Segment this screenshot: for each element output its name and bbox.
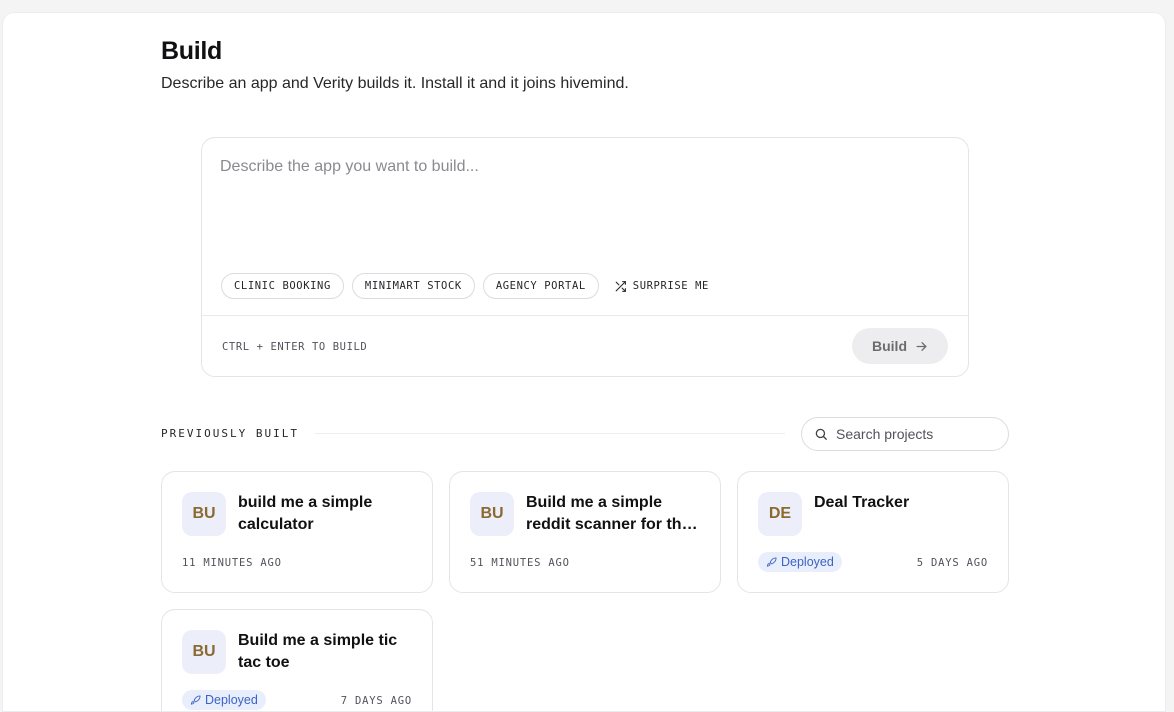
build-button-label: Build bbox=[872, 338, 907, 354]
search-projects-input[interactable] bbox=[836, 426, 986, 442]
badge-label: Deployed bbox=[205, 693, 258, 707]
project-card[interactable]: DE Deal Tracker Deployed 5 DAYS AGO bbox=[737, 471, 1009, 593]
deployed-badge: Deployed bbox=[182, 690, 266, 710]
surprise-me-label: SURPRISE ME bbox=[632, 280, 709, 292]
project-title: Build me a simple reddit scanner for th… bbox=[526, 494, 698, 533]
previously-built-heading: PREVIOUSLY BUILT bbox=[161, 427, 299, 440]
shuffle-icon bbox=[615, 280, 626, 292]
project-search[interactable] bbox=[801, 417, 1009, 451]
project-title: Deal Tracker bbox=[814, 494, 910, 511]
arrow-right-icon bbox=[916, 341, 927, 351]
chip-agency-portal[interactable]: AGENCY PORTAL bbox=[482, 273, 599, 299]
page-title: Build bbox=[161, 37, 222, 65]
search-icon bbox=[815, 428, 827, 440]
project-title: Build me a simple tic tac toe bbox=[238, 632, 398, 671]
app-prompt-composer: CLINIC BOOKING MINIMART STOCK AGENCY POR… bbox=[201, 137, 969, 377]
shortcut-hint: CTRL + ENTER TO BUILD bbox=[222, 341, 368, 353]
surprise-me-button[interactable]: SURPRISE ME bbox=[606, 273, 716, 299]
composer-footer: CTRL + ENTER TO BUILD Build bbox=[202, 315, 968, 377]
project-time: 7 DAYS AGO bbox=[340, 695, 412, 707]
rocket-icon bbox=[766, 556, 777, 567]
project-avatar: BU bbox=[182, 492, 226, 536]
chip-minimart-stock[interactable]: MINIMART STOCK bbox=[351, 273, 475, 299]
project-avatar: BU bbox=[470, 492, 514, 536]
project-card[interactable]: BU Build me a simple reddit scanner for … bbox=[449, 471, 721, 593]
build-panel: Build Describe an app and Verity builds … bbox=[2, 12, 1166, 712]
project-card[interactable]: BU build me a simple calculator 11 MINUT… bbox=[161, 471, 433, 593]
page-subtitle: Describe an app and Verity builds it. In… bbox=[161, 75, 629, 92]
project-avatar: BU bbox=[182, 630, 226, 674]
section-divider bbox=[315, 433, 785, 434]
project-card[interactable]: BU Build me a simple tic tac toe Deploye… bbox=[161, 609, 433, 711]
project-time: 11 MINUTES AGO bbox=[182, 557, 282, 569]
suggestion-chips: CLINIC BOOKING MINIMART STOCK AGENCY POR… bbox=[221, 273, 716, 299]
project-avatar: DE bbox=[758, 492, 802, 536]
build-button[interactable]: Build bbox=[852, 328, 948, 364]
project-time: 51 MINUTES AGO bbox=[470, 557, 570, 569]
badge-label: Deployed bbox=[781, 555, 834, 569]
rocket-icon bbox=[190, 694, 201, 705]
chip-clinic-booking[interactable]: CLINIC BOOKING bbox=[221, 273, 344, 299]
project-title: build me a simple calculator bbox=[238, 494, 373, 533]
deployed-badge: Deployed bbox=[758, 552, 842, 572]
app-description-input[interactable] bbox=[220, 158, 948, 258]
project-time: 5 DAYS AGO bbox=[916, 557, 988, 569]
